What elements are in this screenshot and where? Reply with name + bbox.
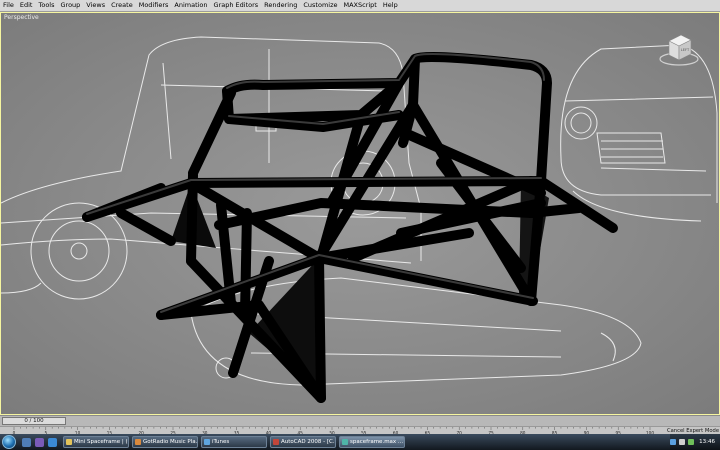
- quick-launch: [22, 437, 57, 447]
- taskbar-tasks: Mini Spaceframe | (C... GotRadio Music Pl…: [63, 436, 408, 448]
- network-icon[interactable]: [670, 439, 677, 445]
- menu-rendering[interactable]: Rendering: [261, 0, 300, 11]
- volume-icon[interactable]: [679, 439, 686, 445]
- internet-explorer-icon[interactable]: [48, 437, 57, 447]
- clock[interactable]: 13:46: [697, 439, 717, 445]
- app-icon: [204, 439, 210, 445]
- 3ds-max-window: File Edit Tools Group Views Create Modif…: [0, 0, 720, 450]
- show-desktop-icon[interactable]: [22, 437, 31, 447]
- menu-bar: File Edit Tools Group Views Create Modif…: [0, 0, 720, 12]
- taskbar-button-label: Mini Spaceframe | (C...: [74, 439, 128, 445]
- taskbar-button[interactable]: spaceframe.max ...: [339, 436, 405, 448]
- start-button[interactable]: [2, 435, 16, 449]
- perspective-viewport[interactable]: Perspective LEFT: [0, 12, 720, 415]
- menu-group[interactable]: Group: [58, 0, 84, 11]
- taskbar-button-label: GotRadio Music Pla...: [143, 439, 198, 445]
- menu-help[interactable]: Help: [380, 0, 401, 11]
- menu-customize[interactable]: Customize: [300, 0, 340, 11]
- menu-maxscript[interactable]: MAXScript: [341, 0, 380, 11]
- menu-edit[interactable]: Edit: [17, 0, 36, 11]
- app-icon: [135, 439, 141, 445]
- menu-graph-editors[interactable]: Graph Editors: [211, 0, 262, 11]
- menu-modifiers[interactable]: Modifiers: [136, 0, 172, 11]
- taskbar-button[interactable]: Mini Spaceframe | (C...: [63, 436, 129, 448]
- menu-animation[interactable]: Animation: [171, 0, 210, 11]
- tray-app-icon[interactable]: [688, 439, 695, 445]
- viewport-scene: [1, 13, 719, 414]
- app-icon: [342, 439, 348, 445]
- viewcube-face-label: LEFT: [681, 48, 690, 52]
- taskbar-button[interactable]: GotRadio Music Pla...: [132, 436, 198, 448]
- viewport-label[interactable]: Perspective: [4, 14, 39, 21]
- taskbar-button[interactable]: iTunes: [201, 436, 267, 448]
- system-tray: 13:46: [670, 434, 720, 450]
- menu-file[interactable]: File: [0, 0, 17, 11]
- taskbar-button[interactable]: AutoCAD 2008 - [C...: [270, 436, 336, 448]
- taskbar-button-label: iTunes: [212, 439, 230, 445]
- viewcube-icon: LEFT: [659, 34, 699, 66]
- time-slider-thumb[interactable]: 0 / 100: [2, 417, 66, 425]
- taskbar-button-label: AutoCAD 2008 - [C...: [281, 439, 336, 445]
- menu-create[interactable]: Create: [108, 0, 136, 11]
- viewcube[interactable]: LEFT: [657, 29, 701, 69]
- switch-windows-icon[interactable]: [35, 437, 44, 447]
- taskbar-button-label: spaceframe.max ...: [350, 439, 404, 445]
- menu-tools[interactable]: Tools: [35, 0, 57, 11]
- windows-taskbar: Mini Spaceframe | (C... GotRadio Music Pl…: [0, 434, 720, 450]
- app-icon: [273, 439, 279, 445]
- menu-views[interactable]: Views: [83, 0, 108, 11]
- app-icon: [66, 439, 72, 445]
